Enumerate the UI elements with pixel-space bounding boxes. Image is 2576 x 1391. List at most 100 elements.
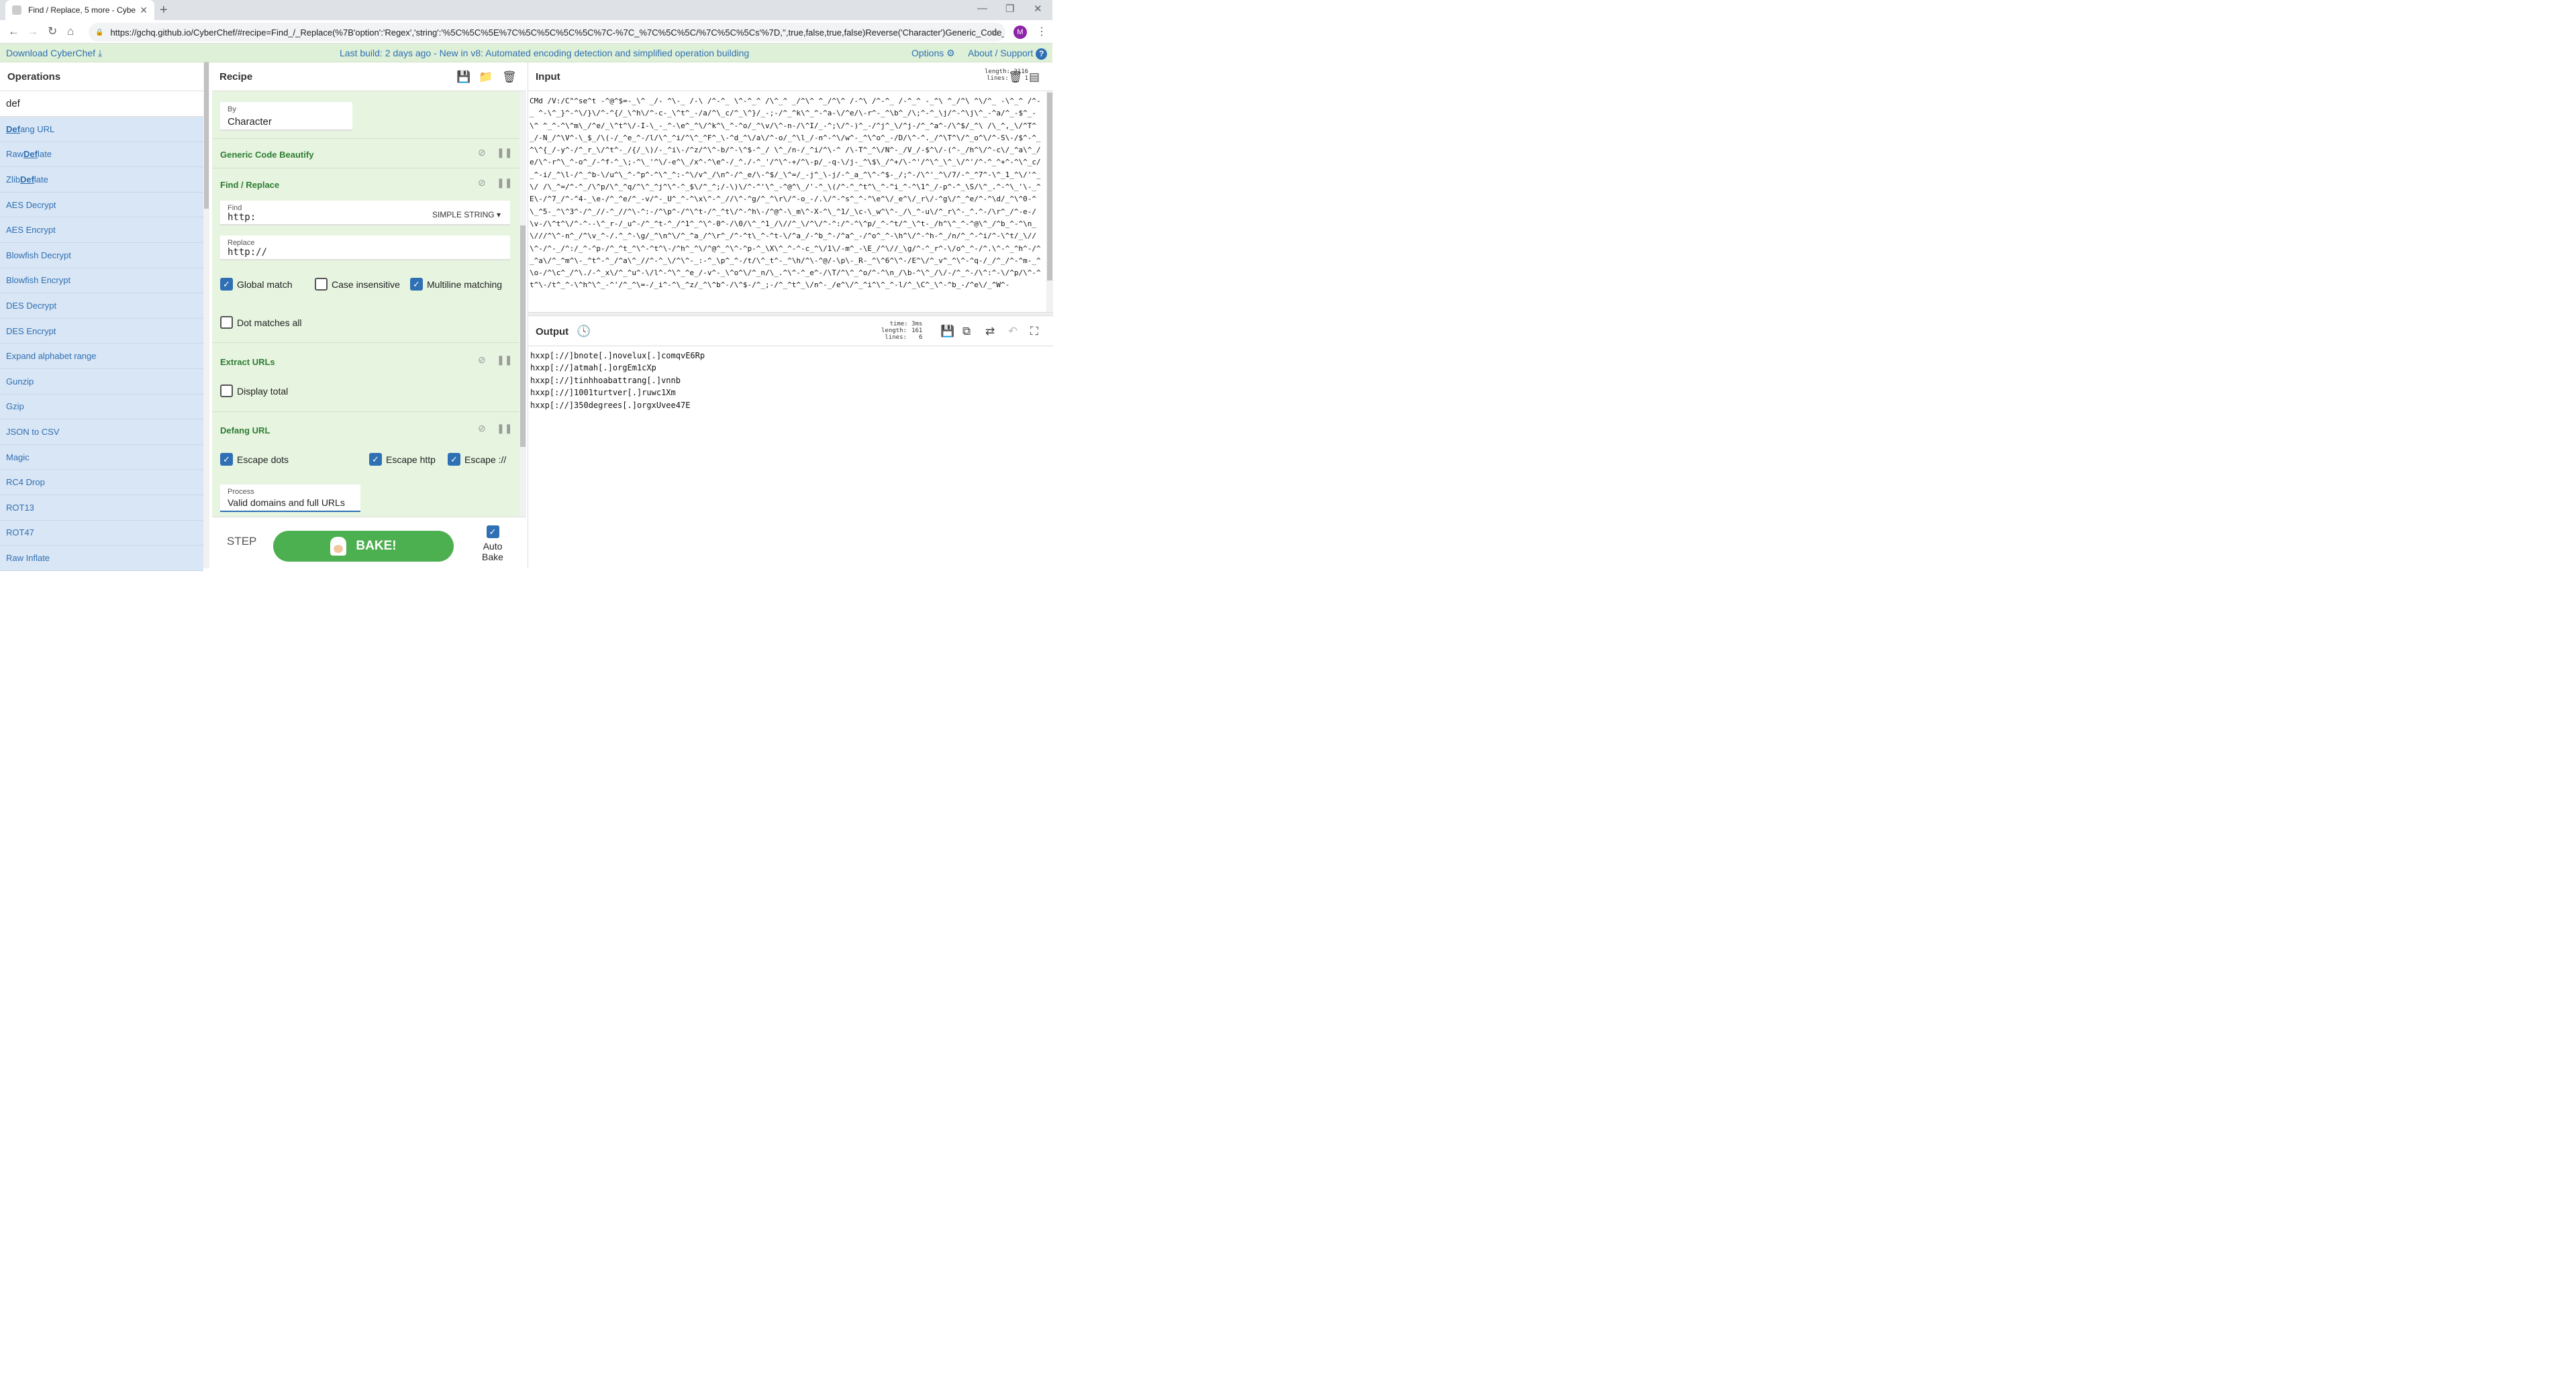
copy-output-icon[interactable]: ⧉ — [962, 325, 971, 338]
operation-item[interactable]: RC4 Drop — [0, 470, 203, 495]
breakpoint-icon[interactable]: ❚❚ — [497, 354, 512, 366]
close-window-icon[interactable]: ✕ — [1034, 3, 1042, 15]
escape-slashes-checkbox[interactable]: ✓ Escape :// — [448, 453, 506, 466]
build-message[interactable]: Last build: 2 days ago - New in v8: Auto… — [340, 48, 749, 58]
minimize-icon[interactable]: — — [977, 3, 987, 14]
operation-label-pre: Raw — [6, 149, 24, 160]
options-label: Options — [911, 48, 944, 58]
profile-avatar[interactable]: M — [1013, 25, 1027, 39]
browser-menu-icon[interactable]: ⋮ — [1036, 25, 1047, 38]
recipe-scrollbar[interactable] — [519, 91, 526, 517]
disable-op-icon[interactable]: ⊘ — [478, 423, 486, 434]
download-link[interactable]: Download CyberChef ⤓ — [6, 48, 102, 59]
operation-item[interactable]: ROT13 — [0, 495, 203, 521]
checkbox-checked-icon: ✓ — [486, 525, 499, 538]
favicon-icon — [12, 5, 21, 15]
dot-matches-all-label: Dot matches all — [237, 317, 302, 328]
global-match-checkbox[interactable]: ✓ Global match — [220, 278, 292, 291]
input-header: Input — [528, 62, 1053, 91]
extract-urls-op: Extract URLs — [220, 357, 275, 367]
operation-label-pre: Blowfish Encrypt — [6, 275, 71, 286]
escape-dots-checkbox[interactable]: ✓ Escape dots — [220, 453, 289, 466]
checkbox-checked-icon: ✓ — [369, 453, 382, 466]
operation-item[interactable]: Zlib Def late — [0, 167, 203, 193]
input-scrollbar[interactable] — [1046, 91, 1053, 312]
operation-item[interactable]: DES Encrypt — [0, 318, 203, 344]
case-insensitive-checkbox[interactable]: Case insensitive — [315, 278, 400, 291]
multiline-checkbox[interactable]: ✓ Multiline matching — [410, 278, 502, 291]
operation-item[interactable]: Def ang URL — [0, 117, 203, 142]
input-length-label: length: — [985, 68, 1010, 75]
bake-label: BAKE! — [356, 539, 397, 553]
operation-label-match: Def — [23, 149, 38, 160]
url-field[interactable]: 🔒 https://gchq.github.io/CyberChef/#reci… — [89, 23, 1005, 42]
close-tab-icon[interactable]: ✕ — [140, 5, 148, 16]
options-link[interactable]: Options ⚙ — [911, 48, 955, 59]
disable-op-icon[interactable]: ⊘ — [478, 147, 486, 158]
operation-item[interactable]: JSON to CSV — [0, 419, 203, 445]
io-resize-handle[interactable] — [528, 312, 1053, 316]
undo-icon[interactable]: ↶ — [1008, 325, 1018, 338]
clear-recipe-icon[interactable]: 🗑 — [502, 70, 517, 84]
operation-item[interactable]: Gzip — [0, 394, 203, 420]
operation-item[interactable]: Expand alphabet range — [0, 344, 203, 369]
back-icon[interactable]: ← — [8, 25, 19, 38]
save-output-icon[interactable]: 💾 — [940, 325, 954, 338]
restore-icon[interactable]: ❐ — [1005, 3, 1014, 15]
operation-item[interactable]: Gunzip — [0, 368, 203, 395]
output-text[interactable]: hxxp[://]bnote[.]novelux[.]comqvE6Rp hxxp… — [530, 350, 705, 411]
load-recipe-icon[interactable]: 📁 — [479, 70, 493, 84]
find-replace-op: Find / Replace — [220, 180, 280, 190]
operation-item[interactable]: AES Encrypt — [0, 217, 203, 243]
auto-bake-label: Auto Bake — [482, 541, 503, 562]
escape-http-checkbox[interactable]: ✓ Escape http — [369, 453, 436, 466]
find-field[interactable]: Find http: SIMPLE STRING ▾ — [220, 201, 510, 225]
reverse-by-field[interactable]: By Character — [220, 102, 352, 131]
breakpoint-icon[interactable]: ❚❚ — [497, 147, 512, 158]
output-time-label: time: — [889, 321, 908, 327]
disable-op-icon[interactable]: ⊘ — [478, 354, 486, 366]
about-link[interactable]: About / Support ? — [968, 48, 1048, 60]
operation-item[interactable]: AES Decrypt — [0, 192, 203, 218]
breakpoint-icon[interactable]: ❚❚ — [497, 177, 512, 189]
bake-button[interactable]: BAKE! — [273, 531, 454, 562]
save-recipe-icon[interactable]: 💾 — [456, 70, 470, 84]
breakpoint-icon[interactable]: ❚❚ — [497, 423, 512, 434]
operation-item[interactable]: Raw Def late — [0, 142, 203, 168]
output-time: 3ms — [911, 321, 923, 327]
history-clock-icon[interactable]: 🕓 — [577, 325, 591, 338]
output-length-label: length: — [881, 327, 907, 334]
operations-scrollbar[interactable] — [203, 62, 209, 568]
maximize-icon[interactable]: ⛶ — [1030, 325, 1038, 338]
forward-icon[interactable]: → — [27, 25, 38, 38]
replace-input-icon[interactable]: ⇄ — [985, 325, 995, 338]
operations-pane: Operations def Def ang URL Raw Def late Zlib… — [0, 62, 209, 571]
operation-label-pre: Zlib — [6, 174, 20, 185]
recipe-body: By Character Generic Code Beautify ⊘ ❚❚ … — [212, 91, 519, 517]
new-tab-icon[interactable]: + — [160, 3, 168, 18]
operations-search-input[interactable]: def — [0, 91, 209, 117]
clear-input-icon[interactable]: 🗑 — [1008, 70, 1023, 84]
dot-matches-all-checkbox[interactable]: Dot matches all — [220, 316, 301, 329]
bookmark-star-icon[interactable]: ☆ — [991, 25, 1000, 39]
process-dropdown[interactable]: Process Valid domains and full URLs — [220, 484, 360, 512]
operation-item[interactable]: Blowfish Decrypt — [0, 242, 203, 268]
layout-icon[interactable]: ▤ — [1029, 70, 1040, 84]
find-mode-dropdown[interactable]: SIMPLE STRING ▾ — [432, 210, 501, 219]
operation-item[interactable]: Magic — [0, 444, 203, 470]
reload-icon[interactable]: ↻ — [48, 25, 57, 38]
step-button[interactable]: STEP — [227, 535, 256, 548]
operation-item[interactable]: DES Decrypt — [0, 293, 203, 319]
io-pane: Input length: 2116 lines: 1 🗑 ▤ CMd /V:/… — [528, 62, 1053, 568]
operation-item[interactable]: ROT47 — [0, 520, 203, 546]
disable-op-icon[interactable]: ⊘ — [478, 177, 486, 189]
output-title: Output — [536, 325, 569, 338]
operation-item[interactable]: Raw Inflate — [0, 546, 203, 571]
operation-item[interactable]: Blowfish Encrypt — [0, 268, 203, 294]
browser-tab[interactable]: Find / Replace, 5 more - CyberChef ✕ — [5, 0, 154, 20]
auto-bake-checkbox[interactable]: ✓ Auto Bake — [473, 525, 513, 562]
replace-field[interactable]: Replace http:// — [220, 236, 510, 260]
home-icon[interactable]: ⌂ — [67, 25, 74, 38]
display-total-checkbox[interactable]: Display total — [220, 384, 288, 397]
input-textarea[interactable]: CMd /V:/C"^se^t -^@^$=-_\^ _/- ^\-_ /-\ … — [530, 95, 1045, 310]
